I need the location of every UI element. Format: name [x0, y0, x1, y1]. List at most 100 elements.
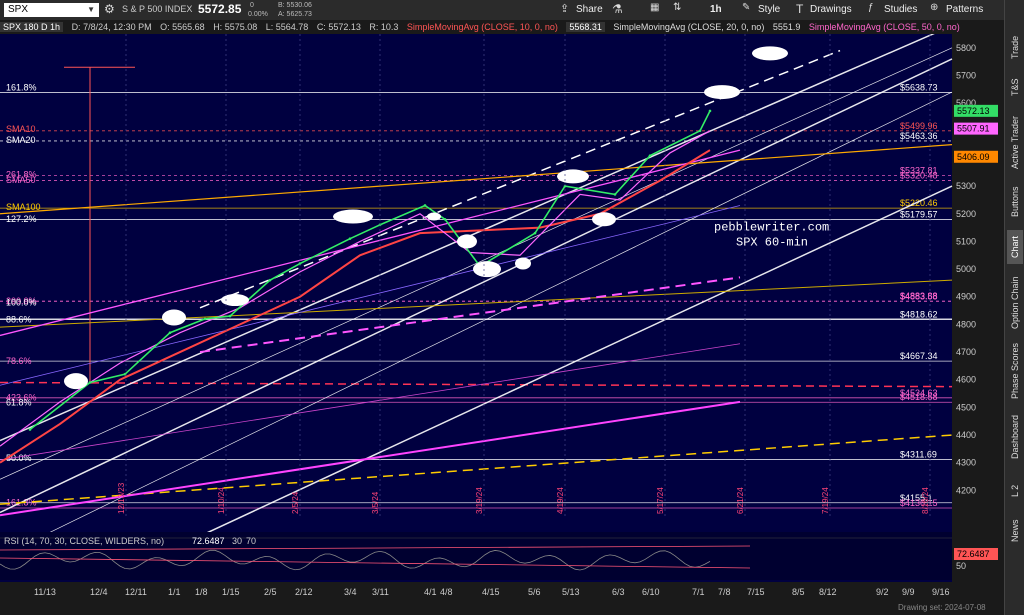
wave-marker [752, 46, 788, 61]
date-marker-label: 5/17/24 [656, 487, 665, 514]
bid-price: B: 5530.06 [278, 2, 312, 9]
wave-marker [557, 169, 589, 184]
price-axis-tick: 4400 [956, 430, 976, 440]
bar-open: O: 5565.68 [160, 22, 205, 32]
time-axis-tick: 2/12 [295, 587, 313, 597]
time-axis-tick: 6/3 [612, 587, 625, 597]
plot-background [0, 34, 952, 528]
price-point [708, 109, 712, 113]
price-point [28, 428, 32, 431]
time-axis-tick: 1/15 [222, 587, 240, 597]
drawings-button[interactable]: Drawings [810, 4, 852, 15]
drawing-tool-icon[interactable]: T [796, 2, 803, 16]
time-axis-tick: 9/9 [902, 587, 915, 597]
time-axis-tick: 9/16 [932, 587, 950, 597]
price-point [613, 193, 617, 196]
nav-tab-l-2[interactable]: L 2 [1007, 474, 1023, 508]
nav-tab-dashboard[interactable]: Dashboard [1007, 406, 1023, 468]
fib-level-value: $5463.36 [900, 131, 938, 141]
time-axis-tick: 7/1 [692, 587, 705, 597]
patterns-button[interactable]: Patterns [946, 4, 983, 15]
date-marker-label: 2/5/24 [291, 491, 300, 514]
price-axis-tick: 4500 [956, 402, 976, 412]
right-nav: Trade T&S Active Trader Buttons Chart Option … [1004, 0, 1024, 615]
studies-icon[interactable]: ƒ [868, 2, 874, 13]
fib-ratio-label: 161.8% [6, 83, 37, 93]
ask-price: A: 5625.73 [278, 11, 312, 18]
wave-marker [221, 294, 249, 307]
fib-level-value: $4136.15 [900, 498, 938, 508]
sma10-study[interactable]: SimpleMovingAvg (CLOSE, 10, 0, no) [407, 22, 558, 32]
sma10-value: 5568.31 [566, 22, 605, 32]
fib-ratio-label: 100.0% [6, 297, 37, 307]
wave-marker [333, 209, 373, 224]
bar-date: D: 7/8/24, 12:30 PM [71, 22, 152, 32]
sma20-study[interactable]: SimpleMovingAvg (CLOSE, 20, 0, no) [613, 22, 764, 32]
nav-tab-t-s[interactable]: T&S [1007, 70, 1023, 104]
bar-high: H: 5575.08 [213, 22, 258, 32]
price-tag-label: 5406.09 [957, 152, 990, 162]
fib-level-value: $4818.62 [900, 309, 938, 319]
wave-marker [427, 212, 441, 221]
patterns-icon[interactable]: ⊕ [930, 2, 938, 13]
price-axis-tick: 4900 [956, 292, 976, 302]
wave-marker [162, 309, 186, 326]
rsi-oversold: 70 [246, 536, 256, 546]
style-icon[interactable]: ✎ [742, 2, 750, 13]
style-button[interactable]: Style [758, 4, 780, 15]
nav-tab-trade[interactable]: Trade [1007, 30, 1023, 64]
time-axis-tick: 7/15 [747, 587, 765, 597]
price-point [88, 381, 92, 384]
fib-ratio-label: 127.2% [6, 214, 37, 224]
rsi-overbought: 30 [232, 536, 242, 546]
share-button[interactable]: Share [576, 4, 603, 15]
time-axis-tick: 3/4 [344, 587, 357, 597]
drawing-set-label: Drawing set: 2024-07-08 [898, 603, 986, 612]
price-chart[interactable]: 5800570056005500540053005200510050004900… [0, 34, 1004, 615]
wave-marker [457, 234, 477, 249]
date-marker-label: 1/10/24 [217, 487, 226, 514]
flask-icon[interactable]: ⚗ [612, 2, 623, 16]
nav-tab-buttons[interactable]: Buttons [1007, 180, 1023, 224]
nav-tab-phase-scores[interactable]: Phase Scores [1007, 342, 1023, 400]
time-axis-tick: 4/15 [482, 587, 500, 597]
rsi-axis-tick: 50 [956, 561, 966, 571]
chart-area[interactable]: 5800570056005500540053005200510050004900… [0, 34, 1004, 615]
time-axis-tick: 4/8 [440, 587, 453, 597]
share-icon[interactable]: ⇪ [560, 2, 569, 15]
grid-icon[interactable]: ▦ [650, 2, 659, 13]
nav-tab-chart[interactable]: Chart [1007, 230, 1023, 264]
timeframe-select[interactable]: 1h [710, 4, 722, 15]
bar-range: R: 10.3 [369, 22, 399, 32]
price-tag-label: 5507.91 [957, 124, 990, 134]
price-axis-tick: 5100 [956, 236, 976, 246]
date-marker-label: 4/19/24 [556, 487, 565, 514]
sma50-study[interactable]: SimpleMovingAvg (CLOSE, 50, 0, no) [809, 22, 960, 32]
wave-marker [64, 373, 88, 390]
nav-tab-option-chain[interactable]: Option Chain [1007, 270, 1023, 336]
price-axis-tick: 5700 [956, 70, 976, 80]
price-point [268, 278, 272, 282]
chart-label: SPX 180 D 1h [0, 22, 64, 32]
change-percent: 0.00% [248, 11, 268, 18]
price-axis-tick: 5800 [956, 43, 976, 53]
wave-marker [473, 261, 501, 278]
fib-level-value: $5179.57 [900, 209, 938, 219]
time-axis-tick: 11/13 [34, 587, 56, 597]
price-axis-tick: 4600 [956, 375, 976, 385]
price-point [698, 129, 702, 133]
nav-tab-active-trader[interactable]: Active Trader [1007, 110, 1023, 174]
price-axis-tick: 4200 [956, 485, 976, 495]
fib-level-value: $5220.46 [900, 198, 938, 208]
time-axis-tick: 8/12 [819, 587, 837, 597]
arrows-icon[interactable]: ⇅ [673, 2, 681, 13]
settings-icon[interactable]: ⚙ [104, 2, 115, 16]
price-axis-tick: 5200 [956, 209, 976, 219]
symbol-input[interactable]: SPX ▼ [4, 3, 99, 17]
date-marker-label: 6/21/24 [736, 487, 745, 514]
chart-status-bar: SPX 180 D 1h D: 7/8/24, 12:30 PM O: 5565… [0, 20, 1004, 34]
watermark-chart: SPX 60-min [736, 236, 808, 250]
studies-button[interactable]: Studies [884, 4, 917, 15]
fib-ratio-label: SMA100 [6, 202, 41, 212]
nav-tab-news[interactable]: News [1007, 514, 1023, 548]
